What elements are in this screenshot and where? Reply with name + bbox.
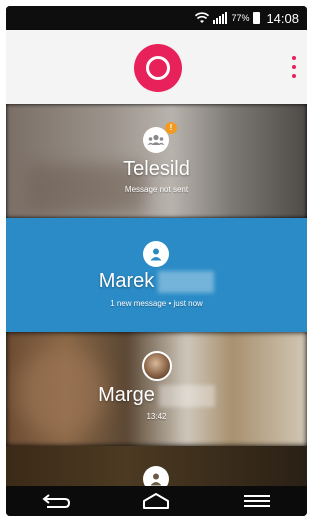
conversation-name: Marek	[98, 270, 155, 292]
person-icon	[143, 466, 169, 486]
status-bar: 77% 14:08	[6, 6, 307, 30]
photo-avatar	[142, 351, 172, 381]
overflow-menu-icon[interactable]	[291, 56, 297, 78]
conversation-status: 1 new message • just now	[110, 299, 203, 308]
system-nav-bar	[6, 486, 307, 516]
conversation-row-partial[interactable]	[6, 446, 307, 486]
back-icon[interactable]	[38, 490, 74, 512]
signal-icon	[213, 12, 228, 24]
person-icon	[143, 241, 169, 267]
conversation-row-marge[interactable]: Marge 13:42	[6, 332, 307, 446]
phone-screen: 77% 14:08 ! Telesild Message not sent Ma…	[6, 6, 307, 516]
conversation-row-marek[interactable]: Marek 1 new message • just now	[6, 218, 307, 332]
menu-icon[interactable]	[239, 490, 275, 512]
conversation-status: Message not sent	[124, 185, 189, 194]
battery-percent: 77%	[231, 13, 250, 23]
conversation-name: Marge	[98, 384, 155, 406]
conversation-name: Telesild	[123, 158, 190, 180]
wifi-icon	[195, 12, 210, 23]
app-logo-icon[interactable]	[134, 44, 182, 92]
warning-badge: !	[165, 122, 177, 134]
app-header	[6, 30, 307, 104]
redacted-surname	[158, 384, 215, 407]
battery-icon	[253, 12, 261, 24]
conversation-row-telesild[interactable]: ! Telesild Message not sent	[6, 104, 307, 218]
status-time: 14:08	[266, 10, 299, 26]
conversation-status: 13:42	[146, 412, 167, 421]
home-icon[interactable]	[138, 490, 174, 512]
redacted-surname	[158, 270, 215, 293]
